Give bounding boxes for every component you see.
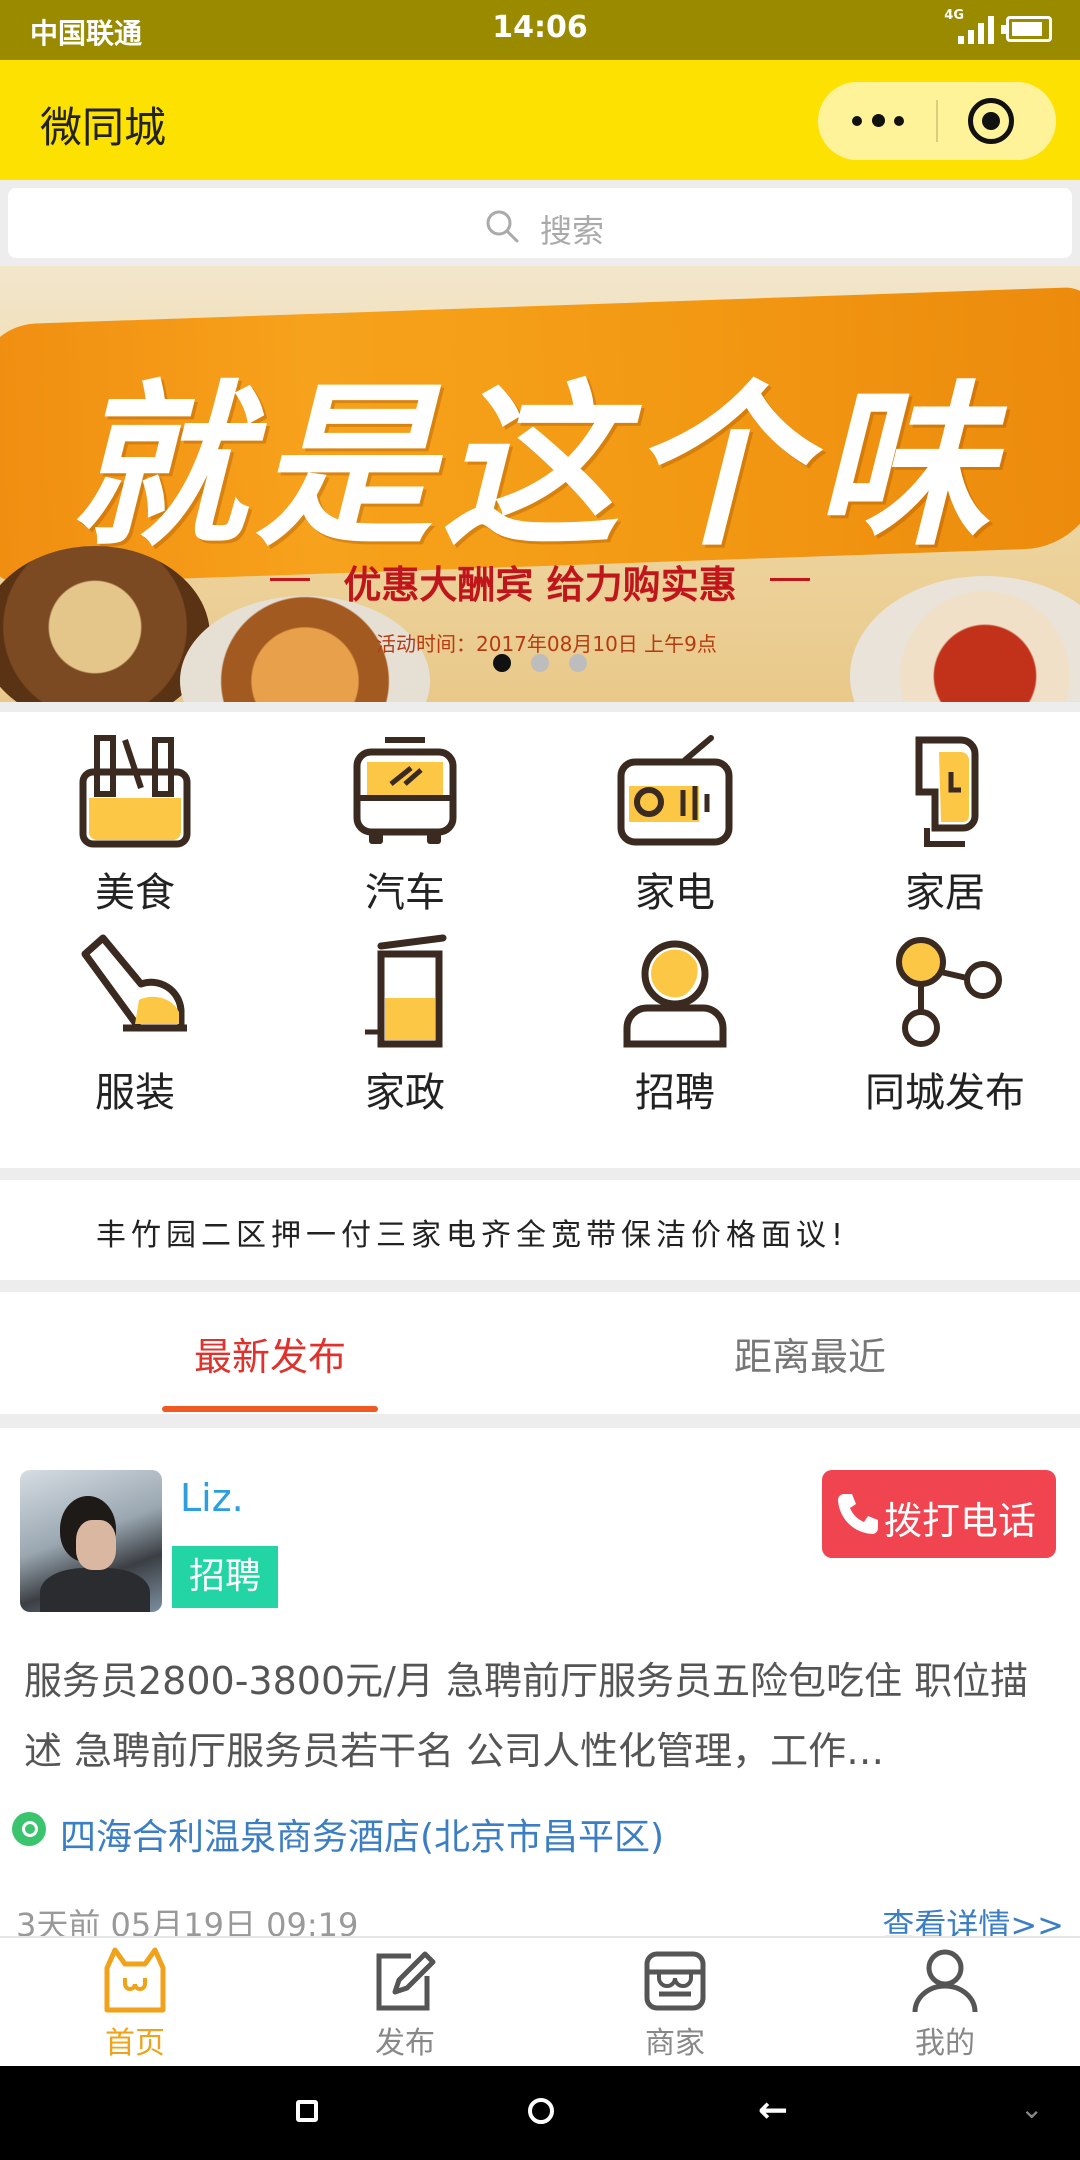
promo-banner[interactable]: 就是这个味 优惠大酬宾 给力购实惠 活动时间：2017年08月10日 上午9点 xyxy=(0,266,1080,702)
search-icon xyxy=(486,210,519,243)
home-cat-icon xyxy=(104,1947,166,2013)
avatar-figure xyxy=(76,1520,116,1570)
notice-text: 丰竹园二区押一付三家电齐全宽带保洁价格面议! xyxy=(96,1218,849,1253)
call-button[interactable]: 拨打电话 xyxy=(822,1470,1056,1558)
tab-label: 发布 xyxy=(375,2026,435,2061)
feed-tabs: 最新发布 距离最近 xyxy=(0,1292,1080,1414)
app-title: 微同城 xyxy=(40,103,167,152)
category-local-post[interactable]: 同城发布 xyxy=(810,912,1080,1116)
mini-program-capsule xyxy=(818,82,1056,160)
banner-date: 活动时间：2017年08月10日 上午9点 xyxy=(376,632,717,656)
avatar[interactable] xyxy=(20,1470,162,1612)
chevron-down-icon[interactable]: ⌄ xyxy=(1020,2092,1043,2125)
back-icon[interactable]: ← xyxy=(758,2090,788,2131)
category-car[interactable]: 汽车 xyxy=(270,712,540,916)
radio-icon xyxy=(617,735,733,846)
carousel-dot[interactable] xyxy=(493,654,511,672)
post-timestamp: 3天前 05月19日 09:19 xyxy=(16,1906,359,1936)
home-icon[interactable] xyxy=(528,2098,554,2124)
category-tag: 招聘 xyxy=(172,1546,278,1608)
category-housekeeping[interactable]: 家政 xyxy=(270,912,540,1116)
section-divider xyxy=(0,1414,1080,1428)
category-label: 汽车 xyxy=(365,870,445,916)
section-divider xyxy=(0,1168,1080,1180)
recents-icon[interactable] xyxy=(296,2100,318,2122)
category-home[interactable]: 家居 xyxy=(810,712,1080,916)
carousel-dot[interactable] xyxy=(531,654,549,672)
edit-icon xyxy=(376,1951,436,2011)
tab-home[interactable]: 首页 xyxy=(0,1938,270,2068)
status-bar: 中国联通 14:06 4G xyxy=(0,0,1080,60)
section-divider xyxy=(0,702,1080,712)
store-icon xyxy=(644,1951,706,2011)
post-card[interactable]: Liz. 招聘 拨打电话 服务员2800-3800元/月 急聘前厅服务员五险包吃… xyxy=(0,1428,1080,1936)
carousel-indicator xyxy=(0,654,1080,676)
clock: 14:06 xyxy=(492,10,588,45)
more-dot-icon xyxy=(894,116,904,126)
user-icon xyxy=(912,1949,978,2013)
active-tab-indicator xyxy=(162,1406,378,1412)
battery-icon xyxy=(1001,16,1052,42)
food-icon xyxy=(79,735,191,848)
tab-post[interactable]: 发布 xyxy=(270,1938,540,2068)
tab-latest[interactable]: 最新发布 xyxy=(0,1326,540,1381)
person-icon xyxy=(623,940,727,1048)
car-icon xyxy=(353,737,457,844)
search-area: 搜索 xyxy=(0,180,1080,266)
category-label: 服装 xyxy=(95,1070,175,1116)
system-nav-bar: ← ⌄ xyxy=(0,2066,1080,2160)
location-address: 四海合利温泉商务酒店(北京市昌平区) xyxy=(60,1817,665,1858)
category-grid: 美食 汽车 家电 家居 服装 家政 招聘 同城发布 xyxy=(0,712,1080,1168)
title-bar: 微同城 xyxy=(0,60,1080,180)
more-button[interactable] xyxy=(818,82,936,160)
category-appliance[interactable]: 家电 xyxy=(540,712,810,916)
category-label: 家居 xyxy=(905,870,985,916)
category-label: 家政 xyxy=(365,1070,445,1116)
username[interactable]: Liz. xyxy=(180,1476,244,1520)
category-label: 家电 xyxy=(635,870,715,916)
location-pin-icon xyxy=(12,1812,46,1846)
tab-merchants[interactable]: 商家 xyxy=(540,1938,810,2068)
more-dot-icon xyxy=(872,114,885,127)
post-description: 服务员2800-3800元/月 急聘前厅服务员五险包吃住 职位描述 急聘前厅服务… xyxy=(24,1659,1029,1773)
category-clothing[interactable]: 服装 xyxy=(0,912,270,1116)
shoe-icon xyxy=(81,934,187,1032)
trash-bin-icon xyxy=(365,934,447,1048)
carousel-dot[interactable] xyxy=(569,654,587,672)
phone-icon xyxy=(838,1494,878,1534)
category-label: 美食 xyxy=(95,870,175,916)
share-icon xyxy=(896,937,1002,1047)
search-placeholder: 搜索 xyxy=(540,212,605,250)
banner-headline: 就是这个味 xyxy=(70,363,1001,570)
tab-label: 商家 xyxy=(645,2026,705,2061)
tab-me[interactable]: 我的 xyxy=(810,1938,1080,2068)
tab-nearest[interactable]: 距离最近 xyxy=(540,1326,1080,1381)
tab-label: 我的 xyxy=(915,2026,975,2061)
notice-marquee[interactable]: 丰竹园二区押一付三家电齐全宽带保洁价格面议! xyxy=(0,1180,1080,1280)
signal-icon xyxy=(958,16,994,44)
home-appliance-icon xyxy=(915,736,979,847)
category-label: 同城发布 xyxy=(865,1070,1025,1116)
divider xyxy=(770,578,810,581)
view-details-link[interactable]: 查看详情>> xyxy=(882,1900,1064,1936)
more-dot-icon xyxy=(852,116,862,126)
bottom-tab-bar: 首页 发布 商家 我的 xyxy=(0,1936,1080,2066)
section-divider xyxy=(0,1280,1080,1292)
search-input[interactable]: 搜索 xyxy=(8,188,1072,258)
category-food[interactable]: 美食 xyxy=(0,712,270,916)
tab-label: 首页 xyxy=(105,2026,165,2061)
category-jobs[interactable]: 招聘 xyxy=(540,912,810,1116)
category-label: 招聘 xyxy=(635,1070,715,1116)
close-target-icon[interactable] xyxy=(968,98,1014,144)
capsule-divider xyxy=(936,100,938,142)
call-button-label: 拨打电话 xyxy=(884,1499,1037,1543)
avatar-figure xyxy=(40,1568,150,1612)
